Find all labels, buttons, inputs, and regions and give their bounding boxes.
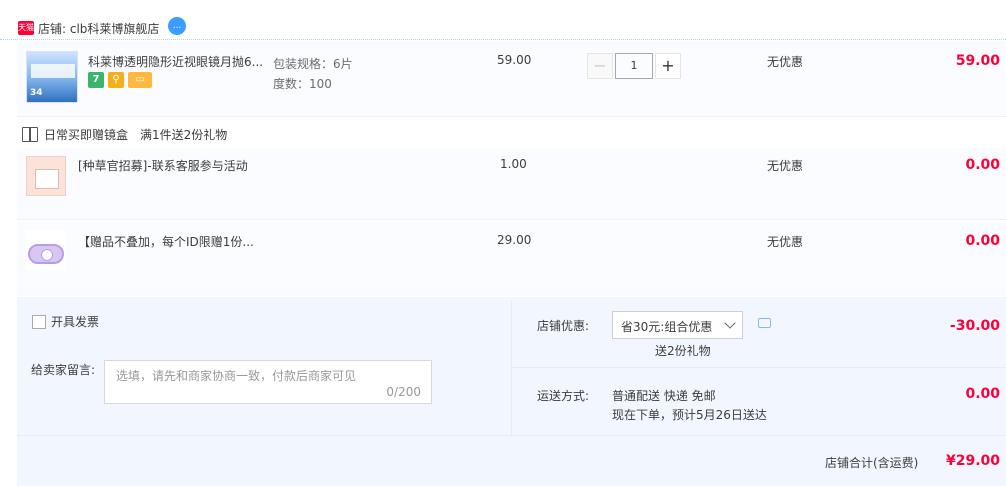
coupon-amount: -30.00 <box>949 318 1000 334</box>
invoice-option[interactable]: 开具发票 <box>32 313 99 330</box>
gift-icon <box>22 127 38 142</box>
increase-quantity-button[interactable]: + <box>655 53 681 79</box>
item-subtotal: 0.00 <box>965 157 1000 173</box>
product-thumbnail[interactable] <box>26 230 66 270</box>
item-subtotal: 0.00 <box>965 233 1000 249</box>
shop-total-label: 店铺合计(含运费) <box>825 456 919 470</box>
shop-total-amount: ¥29.00 <box>945 453 1000 469</box>
shipping-label: 运送方式: <box>537 389 590 403</box>
product-title[interactable]: 科莱博透明隐形近视眼镜月抛6... <box>88 53 263 70</box>
unit-price: 29.00 <box>497 233 532 247</box>
shop-name[interactable]: 店铺: clb科莱博旗舰店 <box>38 20 159 37</box>
invoice-checkbox[interactable] <box>32 314 46 329</box>
unit-price: 1.00 <box>500 157 527 171</box>
guarantee-icon: ⚲ <box>108 72 124 88</box>
shipping-eta: 现在下单，预计5月26日送达 <box>612 408 767 422</box>
coupon-label: 店铺优惠: <box>537 319 590 333</box>
coupon-select[interactable]: 省30元:组合优惠 <box>612 311 743 339</box>
product-thumbnail[interactable] <box>26 156 66 196</box>
message-char-count: 0/200 <box>386 385 421 399</box>
cart-item-row: 【赠品不叠加，每个ID限赠1份... 29.00 无优惠 0.00 <box>17 222 1006 296</box>
chat-icon[interactable]: ... <box>168 17 186 35</box>
divider <box>511 301 512 435</box>
invoice-label: 开具发票 <box>51 315 100 329</box>
shipping-method: 普通配送 快递 免邮 <box>612 389 716 403</box>
cart-item-row: 34 科莱博透明隐形近视眼镜月抛6... 7 ⚲ ▭ 包装规格：6片 度数：10… <box>17 41 1006 117</box>
product-title[interactable]: 【赠品不叠加，每个ID限赠1份... <box>78 233 254 250</box>
spec-degree: 度数：100 <box>273 77 332 91</box>
coupon-selected-value: 省30元:组合优惠 <box>621 320 713 334</box>
seller-message-input[interactable]: 选填，请先和商家协商一致，付款后商家可见 0/200 <box>104 360 432 404</box>
cart-item-row: [种草官招募]-联系客服参与活动 1.00 无优惠 0.00 <box>17 148 1006 220</box>
shipping-amount: 0.00 <box>965 386 1000 402</box>
comment-icon[interactable] <box>758 318 771 328</box>
message-placeholder: 选填，请先和商家协商一致，付款后商家可见 <box>116 369 357 383</box>
item-subtotal: 59.00 <box>955 53 1000 69</box>
spec-pack: 包装规格：6片 <box>273 57 353 71</box>
promotion-name: 日常买即赠镜盒 <box>44 128 129 142</box>
divider <box>17 435 1006 436</box>
coupon-gift-note: 送2份礼物 <box>655 344 711 358</box>
seven-day-return-icon: 7 <box>88 72 104 88</box>
unit-price: 59.00 <box>497 53 532 67</box>
divider <box>512 367 1006 368</box>
message-label: 给卖家留言: <box>31 363 96 377</box>
item-discount: 无优惠 <box>767 55 804 69</box>
shop-header: 天猫 店铺: clb科莱博旗舰店 ... <box>0 0 1006 40</box>
decrease-quantity-button[interactable]: − <box>587 53 613 79</box>
quantity-stepper: − 1 + <box>587 53 681 79</box>
product-title[interactable]: [种草官招募]-联系客服参与活动 <box>78 157 248 174</box>
promotion-line: 日常买即赠镜盒 满1件送2份礼物 <box>22 126 227 143</box>
product-thumbnail[interactable]: 34 <box>26 51 78 103</box>
item-discount: 无优惠 <box>767 235 804 249</box>
credit-card-icon: ▭ <box>128 72 152 88</box>
promotion-rule: 满1件送2份礼物 <box>140 128 228 142</box>
chevron-down-icon <box>724 317 736 329</box>
tmall-badge-icon: 天猫 <box>18 21 34 35</box>
quantity-input[interactable]: 1 <box>615 53 653 79</box>
product-spec: 包装规格：6片 度数：100 <box>273 54 353 94</box>
order-options-panel: 开具发票 给卖家留言: 选填，请先和商家协商一致，付款后商家可见 0/200 店… <box>17 297 1006 486</box>
item-discount: 无优惠 <box>767 159 804 173</box>
